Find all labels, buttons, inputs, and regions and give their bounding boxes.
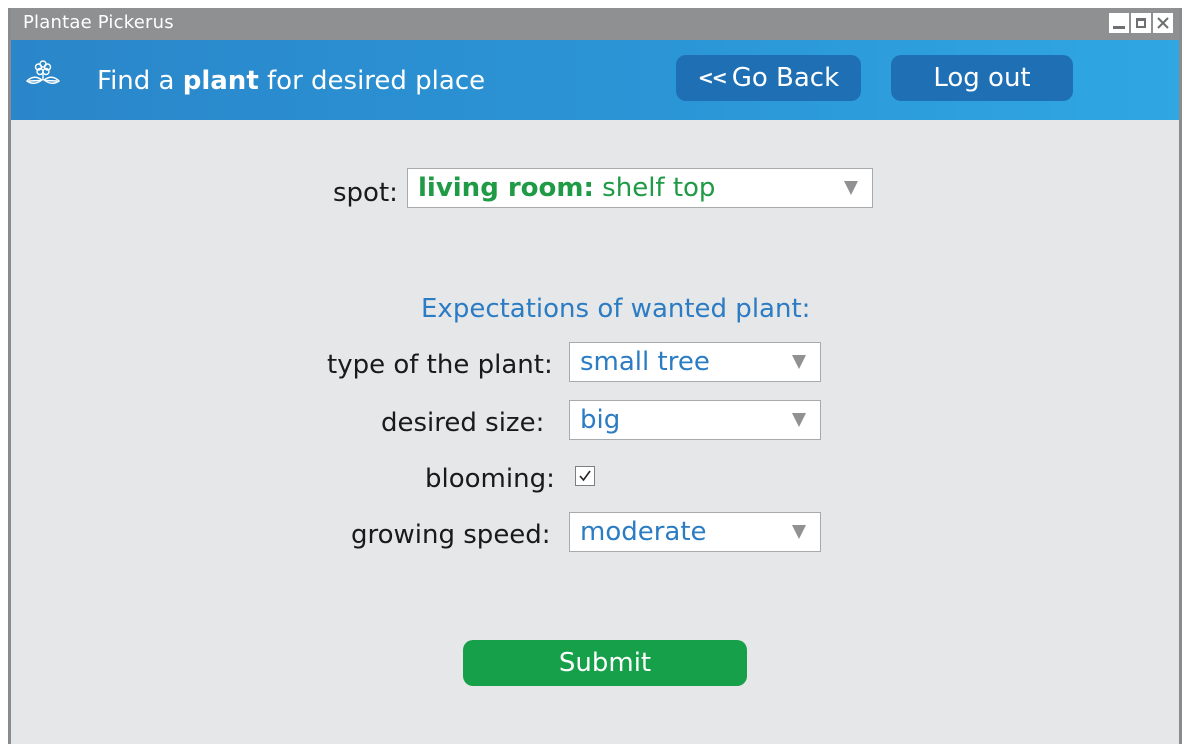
expectations-heading: Expectations of wanted plant: bbox=[421, 294, 811, 324]
minimize-icon[interactable] bbox=[1109, 13, 1129, 33]
plant-type-select[interactable]: small tree bbox=[569, 342, 821, 382]
desired-size-value: big bbox=[580, 405, 621, 435]
window-title: Plantae Pickerus bbox=[23, 12, 174, 33]
title-bar: Plantae Pickerus bbox=[11, 8, 1179, 40]
submit-button[interactable]: Submit bbox=[463, 640, 747, 686]
checkmark-icon bbox=[579, 470, 591, 482]
dropdown-arrow-icon bbox=[792, 525, 806, 539]
plant-type-label: type of the plant: bbox=[327, 350, 553, 380]
plant-type-value: small tree bbox=[580, 347, 710, 377]
spot-select[interactable]: living room: shelf top bbox=[407, 168, 873, 208]
go-back-button[interactable]: << Go Back bbox=[676, 55, 861, 101]
growing-speed-select[interactable]: moderate bbox=[569, 512, 821, 552]
spot-value-room: living room: bbox=[418, 173, 594, 203]
page-heading: Find a plant for desired place bbox=[97, 66, 485, 96]
submit-label: Submit bbox=[558, 648, 652, 678]
log-out-label: Log out bbox=[933, 63, 1031, 93]
blooming-checkbox[interactable] bbox=[575, 466, 595, 486]
spot-value-place: shelf top bbox=[593, 173, 716, 203]
blooming-label: blooming: bbox=[425, 464, 555, 494]
window-controls bbox=[1109, 13, 1173, 33]
dropdown-arrow-icon bbox=[844, 181, 858, 195]
desired-size-select[interactable]: big bbox=[569, 400, 821, 440]
go-back-label: Go Back bbox=[731, 63, 840, 93]
double-chevron-left-icon: << bbox=[697, 67, 728, 89]
log-out-button[interactable]: Log out bbox=[891, 55, 1073, 101]
desired-size-label: desired size: bbox=[381, 408, 545, 438]
growing-speed-label: growing speed: bbox=[351, 520, 551, 550]
growing-speed-value: moderate bbox=[580, 517, 707, 547]
dropdown-arrow-icon bbox=[792, 413, 806, 427]
app-header: Find a plant for desired place << Go Bac… bbox=[11, 40, 1179, 120]
heading-prefix: Find a bbox=[97, 66, 183, 96]
spot-label: spot: bbox=[333, 178, 398, 208]
maximize-icon[interactable] bbox=[1131, 13, 1151, 33]
app-window: Plantae Pickerus Find a plant for desire… bbox=[8, 8, 1182, 744]
heading-suffix: for desired place bbox=[258, 66, 486, 96]
close-icon[interactable] bbox=[1153, 13, 1173, 33]
heading-bold: plant bbox=[182, 66, 259, 96]
flower-leaves-icon bbox=[25, 60, 61, 84]
dropdown-arrow-icon bbox=[792, 355, 806, 369]
